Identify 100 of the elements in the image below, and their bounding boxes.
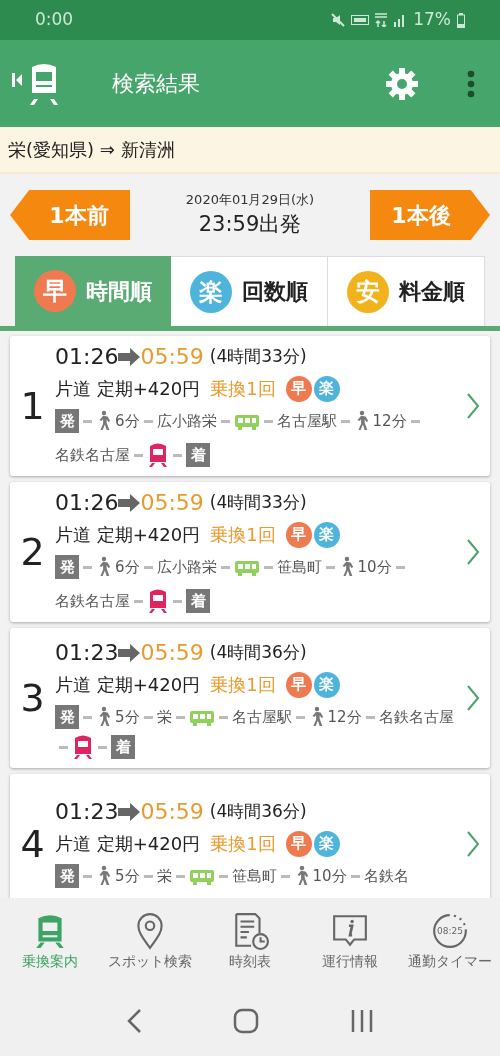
recents-icon[interactable]	[350, 1008, 375, 1033]
home-icon[interactable]	[233, 1007, 259, 1034]
station-name: 名鉄名古屋	[55, 445, 130, 466]
result-card[interactable]: 4 01:23 05:59 (4時間36分) 片道 定期+420円 乗換1回 早 楽 発 5分 栄 笹島町 10分 名鉄名	[10, 774, 490, 898]
fare: 片道 定期+420円	[55, 523, 201, 547]
train-icon	[147, 442, 169, 468]
settings-icon[interactable]	[385, 66, 419, 101]
arrow-icon	[118, 800, 141, 823]
tab-label: 時間順	[86, 277, 152, 306]
departure-tag: 発	[55, 705, 79, 729]
duration: (4時間36分)	[209, 799, 307, 823]
screen-title: 検索結果	[112, 70, 201, 98]
battery-percent: 17%	[413, 8, 451, 32]
walk-time: 6分	[115, 557, 140, 578]
arrow-icon	[118, 345, 141, 368]
departure-tag: 発	[55, 864, 79, 888]
nav-tab[interactable]: 運行情報	[301, 911, 399, 972]
station-name: 栄	[156, 866, 172, 887]
duration: (4時間36分)	[209, 640, 307, 664]
nav-tab[interactable]: 時刻表	[201, 911, 299, 972]
result-number: 2	[19, 528, 46, 576]
train-icon	[72, 734, 94, 760]
sort-badge: 安	[347, 270, 389, 313]
route-badge: 早	[285, 671, 312, 698]
station-name: 名鉄名	[363, 866, 409, 887]
walk-time: 10分	[357, 557, 392, 578]
fare: 片道 定期+420円	[55, 832, 201, 856]
station-name: 広小路栄	[156, 411, 217, 432]
route-badge: 楽	[313, 671, 340, 698]
depart-time: 01:26	[55, 489, 119, 517]
fare: 片道 定期+420円	[55, 673, 201, 697]
route-label: 栄(愛知県) ⇒ 新清洲	[8, 138, 175, 162]
arrival-tag: 着	[111, 735, 135, 759]
route-badge: 楽	[313, 375, 340, 402]
bus-icon	[188, 708, 215, 726]
back-icon[interactable]	[125, 1007, 142, 1034]
search-date: 2020年01月29日(水)	[185, 190, 315, 209]
chevron-right-icon	[466, 392, 480, 420]
network-icon	[375, 13, 388, 27]
station-name: 栄	[156, 707, 172, 728]
sort-tab[interactable]: 楽 回数順	[171, 256, 328, 326]
depart-time: 01:26	[55, 343, 119, 371]
train-icon	[147, 588, 169, 614]
mute-icon	[331, 13, 346, 27]
arrive-time: 05:59	[140, 798, 204, 826]
more-icon[interactable]	[467, 69, 475, 98]
nav-tab[interactable]: 08:25 通勤タイマー	[401, 911, 499, 972]
station-name: 笹島町	[276, 557, 322, 578]
route-badge: 早	[285, 830, 312, 857]
sort-tab[interactable]: 早 時間順	[15, 256, 171, 326]
station-name: 名鉄名古屋	[378, 707, 454, 728]
transfer-count: 乗換1回	[210, 673, 276, 697]
nav-tab[interactable]: スポット検索	[101, 911, 199, 972]
bus-icon	[233, 412, 260, 430]
result-number: 3	[19, 674, 46, 722]
arrow-icon	[118, 491, 141, 514]
arrive-time: 05:59	[140, 639, 204, 667]
transfer-count: 乗換1回	[210, 523, 276, 547]
walk-time: 5分	[115, 707, 140, 728]
walk-time: 12分	[327, 707, 362, 728]
departure-tag: 発	[55, 409, 79, 433]
result-card[interactable]: 1 01:26 05:59 (4時間33分) 片道 定期+420円 乗換1回 早 楽 発 6分 広小路栄 名古屋駅 12分 名鉄名古屋 着	[10, 336, 490, 476]
sort-badge: 楽	[190, 270, 232, 313]
departure-time: 23:59出発	[198, 211, 302, 238]
result-number: 4	[19, 820, 46, 868]
tab-label: 料金順	[399, 278, 465, 306]
bus-icon	[233, 558, 260, 576]
depart-time: 01:23	[55, 798, 119, 826]
depart-time: 01:23	[55, 639, 119, 667]
chevron-right-icon	[466, 830, 480, 858]
walk-time: 6分	[115, 411, 140, 432]
sort-badge: 早	[34, 270, 76, 312]
timer-icon	[431, 912, 469, 950]
station-name: 笹島町	[231, 866, 277, 887]
walk-time: 12分	[372, 411, 407, 432]
arrival-tag: 着	[186, 443, 210, 467]
station-name: 名古屋駅	[276, 411, 337, 432]
station-name: 名古屋駅	[231, 707, 292, 728]
result-card[interactable]: 2 01:26 05:59 (4時間33分) 片道 定期+420円 乗換1回 早 楽 発 6分 広小路栄 笹島町 10分 名鉄名古屋 着	[10, 482, 490, 622]
bus-icon	[188, 867, 215, 885]
transfer-count: 乗換1回	[210, 832, 276, 856]
arrival-tag: 着	[186, 589, 210, 613]
station-name: 名鉄名古屋	[55, 591, 130, 612]
nav-tab[interactable]: 乗換案内	[1, 911, 99, 972]
duration: (4時間33分)	[209, 344, 307, 368]
timer-clock: 08:25	[437, 926, 463, 936]
arrive-time: 05:59	[140, 343, 204, 371]
result-card[interactable]: 3 01:23 05:59 (4時間36分) 片道 定期+420円 乗換1回 早 楽 発 5分 栄 名古屋駅 12分 名鉄名古屋 着	[10, 628, 490, 768]
chevron-right-icon	[466, 538, 480, 566]
arrow-icon	[118, 641, 141, 664]
tab-label: 回数順	[242, 278, 308, 306]
result-number: 1	[19, 382, 46, 430]
status-time: 0:00	[35, 8, 74, 32]
chevron-right-icon	[466, 684, 480, 712]
battery-icon	[457, 12, 465, 28]
sort-tab[interactable]: 安 料金順	[328, 256, 485, 326]
route-badge: 楽	[313, 830, 340, 857]
route-badge: 早	[285, 375, 312, 402]
route-badge: 楽	[313, 521, 340, 548]
duration: (4時間33分)	[209, 490, 307, 514]
